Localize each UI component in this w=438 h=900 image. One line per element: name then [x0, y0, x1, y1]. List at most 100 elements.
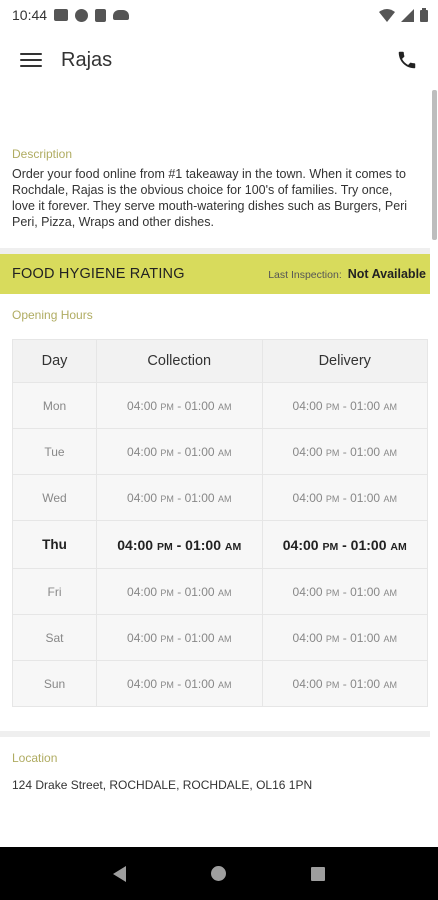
system-nav-bar [0, 847, 438, 900]
table-row: Thu 04:00 PM - 01:00 AM 04:00 PM - 01:00 A… [12, 520, 428, 569]
gmail-icon [54, 9, 69, 21]
time-close: 01:00 [184, 444, 215, 459]
time-open: 04:00 [292, 398, 323, 413]
ampm: AM [217, 587, 232, 598]
delivery-hours-cell: 04:00 PM - 01:00 AM [261, 428, 428, 475]
day-cell: Sun [12, 660, 97, 707]
day-cell: Thu [12, 520, 97, 569]
ampm: AM [224, 540, 242, 553]
time-close: 01:00 [184, 584, 215, 599]
scrollbar[interactable] [432, 90, 437, 240]
time-open: 04:00 [282, 536, 319, 553]
delivery-hours-cell: 04:00 PM - 01:00 AM [261, 520, 428, 569]
table-row: Mon 04:00 PM - 01:00 AM 04:00 PM - 01:00 A… [12, 382, 428, 429]
page-title: Rajas [61, 48, 113, 71]
day-cell: Fri [12, 568, 97, 615]
inspection-info: Last Inspection: Not Available [268, 267, 426, 281]
time-open: 04:00 [127, 630, 158, 645]
ampm: PM [325, 447, 340, 458]
wifi-icon [379, 8, 395, 22]
ampm: PM [325, 401, 340, 412]
ampm: AM [383, 447, 397, 458]
day-cell: Mon [12, 382, 97, 429]
time-close: 01:00 [350, 676, 381, 691]
inspection-value: Not Available [347, 267, 426, 281]
header-day: Day [12, 339, 97, 383]
time-close: 01:00 [184, 490, 215, 505]
table-row: Fri 04:00 PM - 01:00 AM 04:00 PM - 01:00 A… [12, 568, 428, 615]
opening-hours-table: Day Collection Delivery Mon 04:00 PM - 01… [12, 339, 428, 707]
delivery-hours-cell: 04:00 PM - 01:00 AM [261, 568, 428, 615]
time-close: 01:00 [184, 398, 215, 413]
time-close: 01:00 [350, 398, 381, 413]
time-open: 04:00 [292, 676, 323, 691]
status-right [379, 8, 428, 22]
header-delivery: Delivery [261, 339, 428, 383]
ampm: AM [217, 447, 232, 458]
ampm: AM [217, 633, 232, 644]
time-open: 04:00 [292, 490, 323, 505]
ampm: PM [160, 633, 174, 644]
battery-icon [420, 8, 428, 22]
day-cell: Sat [12, 614, 97, 661]
time-close: 01:00 [350, 584, 381, 599]
table-row: Tue 04:00 PM - 01:00 AM 04:00 PM - 01:00 A… [12, 428, 428, 475]
ampm: PM [156, 540, 173, 553]
time-open: 04:00 [127, 444, 158, 459]
table-row: Sat 04:00 PM - 01:00 AM 04:00 PM - 01:00 A… [12, 614, 428, 661]
time-close: 01:00 [350, 536, 387, 553]
ampm: AM [217, 679, 232, 690]
ampm: PM [160, 493, 174, 504]
signal-icon [401, 8, 414, 22]
time-open: 04:00 [292, 584, 323, 599]
ampm: PM [160, 447, 174, 458]
ampm: AM [383, 401, 397, 412]
ampm: PM [160, 401, 174, 412]
time-close: 01:00 [184, 630, 215, 645]
time-close: 01:00 [184, 676, 215, 691]
hamburger-menu-icon[interactable] [20, 51, 42, 69]
ampm: AM [383, 633, 397, 644]
back-icon[interactable] [112, 865, 126, 882]
collection-hours-cell: 04:00 PM - 01:00 AM [96, 614, 263, 661]
cloud-icon [113, 10, 130, 20]
ampm: AM [383, 493, 397, 504]
delivery-hours-cell: 04:00 PM - 01:00 AM [261, 382, 428, 429]
description-text: Order your food online from #1 takeaway … [12, 167, 408, 229]
collection-hours-cell: 04:00 PM - 01:00 AM [96, 474, 263, 521]
home-icon[interactable] [210, 866, 226, 881]
ampm: PM [322, 540, 339, 553]
collection-hours-cell: 04:00 PM - 01:00 AM [96, 568, 263, 615]
collection-hours-cell: 04:00 PM - 01:00 AM [96, 382, 263, 429]
description-label: Description [12, 147, 73, 161]
day-cell: Wed [12, 474, 97, 521]
ampm: PM [160, 679, 174, 690]
time-close: 01:00 [350, 490, 381, 505]
collection-hours-cell: 04:00 PM - 01:00 AM [96, 520, 263, 569]
phone-icon[interactable] [394, 47, 420, 73]
location-label: Location [12, 751, 58, 765]
time-close: 01:00 [350, 630, 381, 645]
location-address: 124 Drake Street, ROCHDALE, ROCHDALE, OL… [12, 778, 313, 792]
opening-hours-label: Opening Hours [12, 308, 93, 322]
header-collection: Collection [96, 339, 263, 383]
content-scroll-area[interactable]: Description Order your food online from … [0, 90, 430, 847]
delivery-hours-cell: 04:00 PM - 01:00 AM [261, 474, 428, 521]
collection-hours-cell: 04:00 PM - 01:00 AM [96, 660, 263, 707]
status-left: 10:44 [12, 7, 130, 23]
table-row: Wed 04:00 PM - 01:00 AM 04:00 PM - 01:00 A… [12, 474, 428, 521]
time-open: 04:00 [127, 676, 158, 691]
status-time: 10:44 [12, 7, 48, 23]
ampm: PM [325, 633, 340, 644]
ampm: AM [383, 587, 397, 598]
delivery-hours-cell: 04:00 PM - 01:00 AM [261, 660, 428, 707]
ampm: AM [390, 540, 407, 553]
time-close: 01:00 [185, 536, 221, 553]
sd-card-icon [95, 8, 107, 22]
time-open: 04:00 [292, 630, 323, 645]
ampm: PM [325, 493, 340, 504]
ampm: PM [325, 679, 340, 690]
time-open: 04:00 [127, 398, 158, 413]
time-close: 01:00 [350, 444, 381, 459]
recents-icon[interactable] [311, 866, 326, 881]
